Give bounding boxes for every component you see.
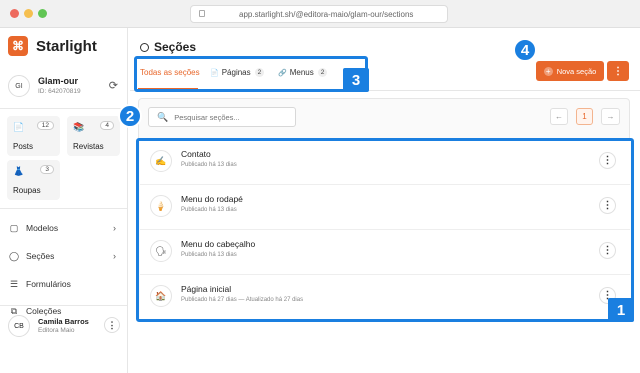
database-icon: ☰	[9, 278, 19, 289]
close-window-button[interactable]	[10, 9, 19, 18]
circle-icon: ◯	[8, 250, 20, 261]
callout-number-4: 4	[513, 38, 537, 62]
books-icon: 📚	[73, 122, 85, 132]
brand-name: Starlight	[36, 37, 97, 55]
user-name: Camila Barros	[38, 317, 89, 326]
callout-number-1: 1	[608, 298, 634, 322]
url-text: app.starlight.sh/@editora-maio/glam-our/…	[239, 9, 414, 19]
user-menu-button[interactable]: ⋮	[104, 317, 120, 333]
callout-box-tabs	[134, 56, 368, 92]
sidebar: ⌘ Starlight GI Glam-our ID: 642070819 ⟳ …	[0, 28, 128, 373]
tile-roupas[interactable]: 👗 3 Roupas	[7, 160, 60, 200]
dress-icon: 👗	[13, 166, 25, 176]
circle-icon	[140, 42, 149, 52]
new-section-label: Nova seção	[556, 66, 597, 76]
nav-label: Seções	[26, 251, 55, 261]
tile-revistas[interactable]: 📚 4 Revistas	[67, 116, 120, 156]
user-profile[interactable]: CB Camila Barros Editora Maio ⋮	[8, 313, 122, 339]
user-org: Editora Maio	[38, 327, 75, 334]
tile-label: Revistas	[73, 142, 104, 151]
pager-next-button[interactable]: →	[601, 108, 620, 125]
callout-box-list	[136, 138, 634, 322]
nav-item-secoes[interactable]: ◯ Seções ›	[8, 247, 118, 265]
nav-label: Formulários	[26, 279, 71, 289]
chevron-right-icon: ›	[113, 251, 116, 261]
pager-prev-button[interactable]: ←	[550, 108, 568, 125]
search-input[interactable]	[174, 112, 293, 122]
tile-count: 4	[100, 121, 114, 130]
divider	[0, 108, 127, 109]
workspace-id: ID: 642070819	[38, 88, 81, 95]
nav-item-formularios[interactable]: ☰ Formulários	[8, 275, 118, 293]
page-title-text: Seções	[154, 40, 197, 54]
nav-label: Modelos	[26, 223, 59, 233]
divider	[0, 305, 127, 306]
tile-posts[interactable]: 📄 12 Posts	[7, 116, 60, 156]
callout-number-2: 2	[118, 104, 142, 128]
workspace-name: Glam-our	[38, 76, 79, 86]
starlight-logo-icon: ⌘	[8, 36, 28, 56]
workspace-switcher[interactable]: GI Glam-our ID: 642070819 ⟳	[8, 70, 120, 102]
search-box[interactable]: 🔍	[148, 107, 296, 127]
tile-label: Posts	[13, 142, 34, 151]
plus-icon: +	[543, 66, 553, 76]
workspace-avatar: GI	[8, 75, 30, 97]
divider	[0, 208, 127, 209]
maximize-window-button[interactable]	[38, 9, 47, 18]
square-icon: ▢	[9, 222, 19, 233]
search-icon: 🔍	[157, 111, 169, 122]
lock-icon	[199, 10, 205, 17]
user-avatar: CB	[8, 315, 30, 337]
pager-current-page[interactable]: 1	[576, 108, 593, 125]
address-bar[interactable]: app.starlight.sh/@editora-maio/glam-our/…	[190, 5, 448, 23]
document-icon: 📄	[13, 122, 25, 132]
page-title: Seções	[140, 40, 196, 54]
nav-item-modelos[interactable]: ▢ Modelos ›	[8, 219, 118, 237]
new-section-button[interactable]: + Nova seção	[536, 61, 604, 81]
chevron-right-icon: ›	[113, 223, 116, 233]
minimize-window-button[interactable]	[24, 9, 33, 18]
more-options-button[interactable]: ⋮	[607, 61, 629, 81]
switch-icon[interactable]: ⟳	[109, 79, 118, 92]
callout-number-3: 3	[343, 68, 369, 92]
tile-count: 12	[36, 121, 54, 130]
brand[interactable]: ⌘ Starlight	[8, 36, 97, 56]
browser-chrome: app.starlight.sh/@editora-maio/glam-our/…	[0, 0, 640, 28]
tile-label: Roupas	[13, 186, 41, 195]
tile-count: 3	[40, 165, 54, 174]
